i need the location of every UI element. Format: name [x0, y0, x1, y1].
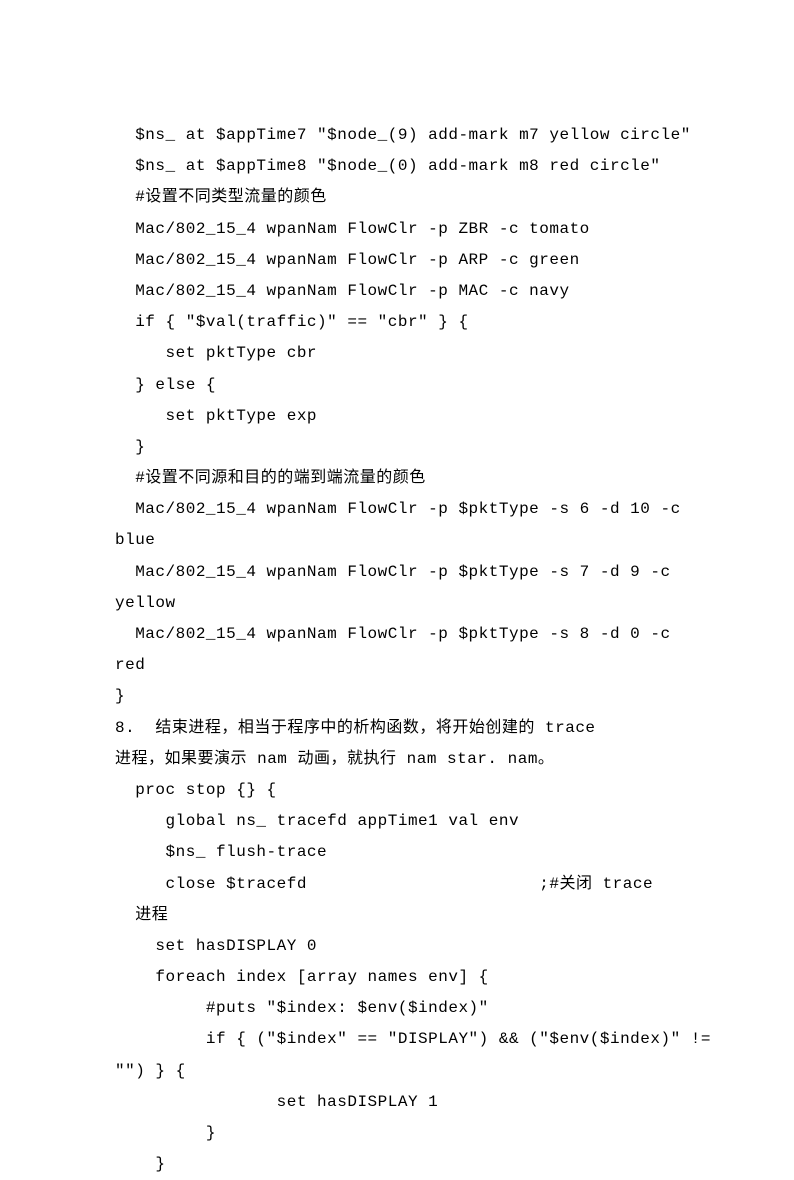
document-page: $ns_ at $appTime7 "$node_(9) add-mark m7…: [0, 0, 794, 1180]
code-line: }: [115, 432, 679, 463]
code-line: Mac/802_15_4 wpanNam FlowClr -p $pktType…: [115, 619, 679, 650]
code-line: }: [115, 681, 679, 712]
code-line: proc stop {} {: [115, 775, 679, 806]
code-line: $ns_ at $appTime8 "$node_(0) add-mark m8…: [115, 151, 679, 182]
code-line: 进程: [115, 900, 679, 931]
code-line: set pktType exp: [115, 401, 679, 432]
code-line: foreach index [array names env] {: [115, 962, 679, 993]
code-line: blue: [115, 525, 679, 556]
code-line: #puts "$index: $env($index)": [115, 993, 679, 1024]
code-line: yellow: [115, 588, 679, 619]
code-line: Mac/802_15_4 wpanNam FlowClr -p ZBR -c t…: [115, 214, 679, 245]
code-line: }: [115, 1149, 679, 1180]
code-line: if { "$val(traffic)" == "cbr" } {: [115, 307, 679, 338]
code-line: 8. 结束进程，相当于程序中的析构函数，将开始创建的 trace: [115, 713, 679, 744]
code-line: Mac/802_15_4 wpanNam FlowClr -p $pktType…: [115, 557, 679, 588]
code-line: set hasDISPLAY 1: [115, 1087, 679, 1118]
code-line: #设置不同源和目的的端到端流量的颜色: [115, 463, 679, 494]
code-line: Mac/802_15_4 wpanNam FlowClr -p ARP -c g…: [115, 245, 679, 276]
code-line: "") } {: [115, 1056, 679, 1087]
code-line: set pktType cbr: [115, 338, 679, 369]
code-line: global ns_ tracefd appTime1 val env: [115, 806, 679, 837]
code-line: red: [115, 650, 679, 681]
code-line: Mac/802_15_4 wpanNam FlowClr -p MAC -c n…: [115, 276, 679, 307]
code-line: if { ("$index" == "DISPLAY") && ("$env($…: [115, 1024, 679, 1055]
code-line: $ns_ flush-trace: [115, 837, 679, 868]
code-line: 进程，如果要演示 nam 动画，就执行 nam star. nam。: [115, 744, 679, 775]
code-line: #设置不同类型流量的颜色: [115, 182, 679, 213]
code-line: Mac/802_15_4 wpanNam FlowClr -p $pktType…: [115, 494, 679, 525]
code-line: $ns_ at $appTime7 "$node_(9) add-mark m7…: [115, 120, 679, 151]
code-line: set hasDISPLAY 0: [115, 931, 679, 962]
code-line: } else {: [115, 370, 679, 401]
code-line: close $tracefd ;#关闭 trace: [115, 869, 679, 900]
